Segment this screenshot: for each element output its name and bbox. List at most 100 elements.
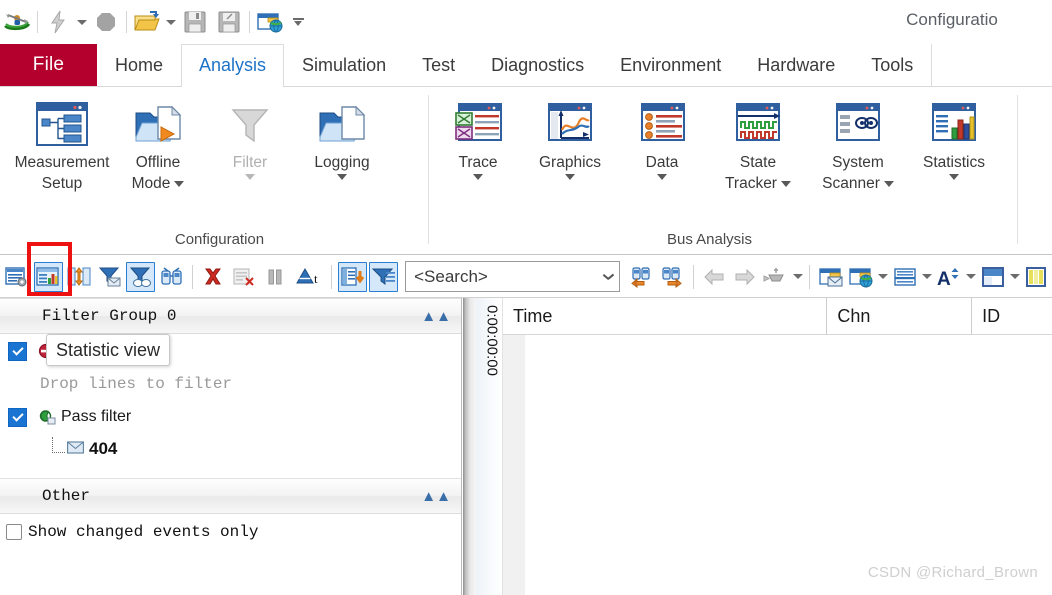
export-rows-icon[interactable] <box>338 261 368 292</box>
qat-divider-1 <box>37 11 38 33</box>
logging-icon <box>316 95 368 153</box>
tab-test[interactable]: Test <box>404 44 473 86</box>
expand-rows-icon[interactable] <box>65 262 94 292</box>
panel-layout-caret-icon[interactable] <box>1008 262 1021 292</box>
group-header-filter-group-0[interactable]: Filter Group 0 ▲▲ <box>0 298 461 334</box>
export-file-icon[interactable] <box>816 262 845 292</box>
chevron-down-icon[interactable] <box>948 173 959 180</box>
chevron-up-icon[interactable]: ▲▲ <box>421 309 451 324</box>
chevron-down-icon[interactable] <box>604 274 613 279</box>
measurement-stop-icon[interactable] <box>89 5 123 39</box>
find-next-icon[interactable] <box>658 262 687 292</box>
customize-quick-access-caret-icon[interactable] <box>287 5 309 39</box>
chevron-down-icon[interactable] <box>472 173 483 180</box>
export-web-icon[interactable] <box>847 262 876 292</box>
chevron-down-icon[interactable] <box>657 173 667 180</box>
ribbon-label: Trace <box>458 153 498 180</box>
row-layout-caret-icon[interactable] <box>921 262 934 292</box>
ribbon-button-data[interactable]: Data <box>616 95 708 180</box>
chevron-down-icon[interactable] <box>336 173 347 180</box>
tab-file[interactable]: File <box>0 44 97 86</box>
ribbon-button-state-tracker[interactable]: State Tracker <box>708 95 808 194</box>
find-previous-icon[interactable] <box>627 262 656 292</box>
analysis-filter-icon[interactable] <box>126 261 156 292</box>
tab-simulation[interactable]: Simulation <box>284 44 404 86</box>
grid-column-headers: Time Chn ID <box>503 298 1052 335</box>
option-show-changed-events-only[interactable]: Show changed events only <box>0 514 461 550</box>
open-recent-caret-icon[interactable] <box>164 5 178 39</box>
ribbon-label-caret-row <box>314 173 369 180</box>
navigate-back-icon[interactable] <box>700 262 729 292</box>
time-marker-icon[interactable]: t <box>292 262 326 292</box>
ribbon-button-offline-mode[interactable]: Offline Mode <box>112 95 204 194</box>
tree-row-pass-filter[interactable]: Pass filter <box>0 400 461 434</box>
ribbon-button-graphics[interactable]: Graphics <box>524 95 616 180</box>
column-header-chn[interactable]: Chn <box>827 298 973 335</box>
ribbon-button-statistics[interactable]: Statistics <box>908 95 1000 180</box>
search-input[interactable]: <Search> <box>405 261 620 292</box>
measurement-start-icon[interactable] <box>41 5 75 39</box>
chevron-down-icon[interactable] <box>883 180 894 187</box>
option-label: Show changed events only <box>28 523 259 541</box>
navigate-forward-icon[interactable] <box>731 262 760 292</box>
clear-list-icon[interactable] <box>230 262 259 292</box>
ribbon-group-label-bus-analysis: Bus Analysis <box>666 231 753 248</box>
panel-layout-icon[interactable] <box>978 262 1007 292</box>
chevron-down-icon[interactable] <box>174 180 185 187</box>
grid-body[interactable] <box>503 335 1052 595</box>
graphics-window-icon <box>545 95 595 153</box>
export-web-caret-icon[interactable] <box>877 262 890 292</box>
column-header-time[interactable]: Time <box>503 298 828 335</box>
panel-splitter[interactable] <box>463 298 476 595</box>
checkbox-stop-filter[interactable] <box>8 341 27 361</box>
checkbox-show-changed-events-only[interactable] <box>6 524 22 540</box>
time-marker-label: 0:00:00:00 <box>483 305 501 376</box>
column-header-id[interactable]: ID <box>972 298 1052 335</box>
group-header-other[interactable]: Other ▲▲ <box>0 478 461 514</box>
measurement-setup-icon <box>35 95 89 153</box>
column-view-icon[interactable] <box>1022 262 1051 292</box>
save-configuration-icon[interactable] <box>178 5 212 39</box>
tab-home[interactable]: Home <box>97 44 181 86</box>
filter-message-icon[interactable] <box>96 262 125 292</box>
find-icon[interactable] <box>157 262 186 292</box>
application-title: Configuratio <box>906 10 998 29</box>
open-configuration-icon[interactable] <box>130 5 164 39</box>
save-as-configuration-icon[interactable] <box>212 5 246 39</box>
chevron-down-icon[interactable] <box>244 173 255 180</box>
analysis-toolbar: t <Search> A <box>0 256 1052 298</box>
ribbon-button-filter[interactable]: Filter <box>204 95 296 180</box>
ribbon-group-bus-analysis: Trace Graphics Data State Tracker System… <box>432 87 1017 254</box>
vector-kayak-logo-icon[interactable] <box>0 5 34 39</box>
statistic-view-icon[interactable] <box>33 261 63 292</box>
ribbon-button-logging[interactable]: Logging <box>296 95 388 180</box>
checkbox-pass-filter[interactable] <box>8 407 27 427</box>
pause-icon[interactable] <box>261 262 290 292</box>
row-layout-icon[interactable] <box>891 262 920 292</box>
ribbon-label: State Tracker <box>725 153 791 194</box>
tab-diagnostics[interactable]: Diagnostics <box>473 44 602 86</box>
ribbon-label: Statistics <box>923 153 985 180</box>
tab-environment[interactable]: Environment <box>602 44 739 86</box>
open-web-configuration-icon[interactable] <box>253 5 287 39</box>
ribbon-button-system-scanner[interactable]: System Scanner <box>808 95 908 194</box>
start-options-caret-icon[interactable] <box>75 5 89 39</box>
statistics-window-icon <box>929 95 979 153</box>
column-filter-icon[interactable] <box>369 261 399 292</box>
tab-analysis[interactable]: Analysis <box>181 44 285 87</box>
clear-icon[interactable] <box>199 262 228 292</box>
ribbon-button-measurement-setup[interactable]: Measurement Setup <box>12 95 112 194</box>
trigger-icon[interactable] <box>761 262 790 292</box>
chevron-down-icon[interactable] <box>780 180 791 187</box>
font-size-icon[interactable]: A <box>935 262 964 292</box>
ribbon-group-divider-2 <box>1017 95 1018 244</box>
font-size-caret-icon[interactable] <box>964 262 977 292</box>
trace-config-icon[interactable] <box>3 262 32 292</box>
tree-child-row-404[interactable]: 404 <box>0 434 461 464</box>
trigger-caret-icon[interactable] <box>791 262 804 292</box>
ribbon-button-trace[interactable]: Trace <box>432 95 524 180</box>
chevron-up-icon[interactable]: ▲▲ <box>421 489 451 504</box>
tab-hardware[interactable]: Hardware <box>739 44 853 86</box>
chevron-down-icon[interactable] <box>565 173 575 180</box>
tab-tools[interactable]: Tools <box>853 44 931 86</box>
